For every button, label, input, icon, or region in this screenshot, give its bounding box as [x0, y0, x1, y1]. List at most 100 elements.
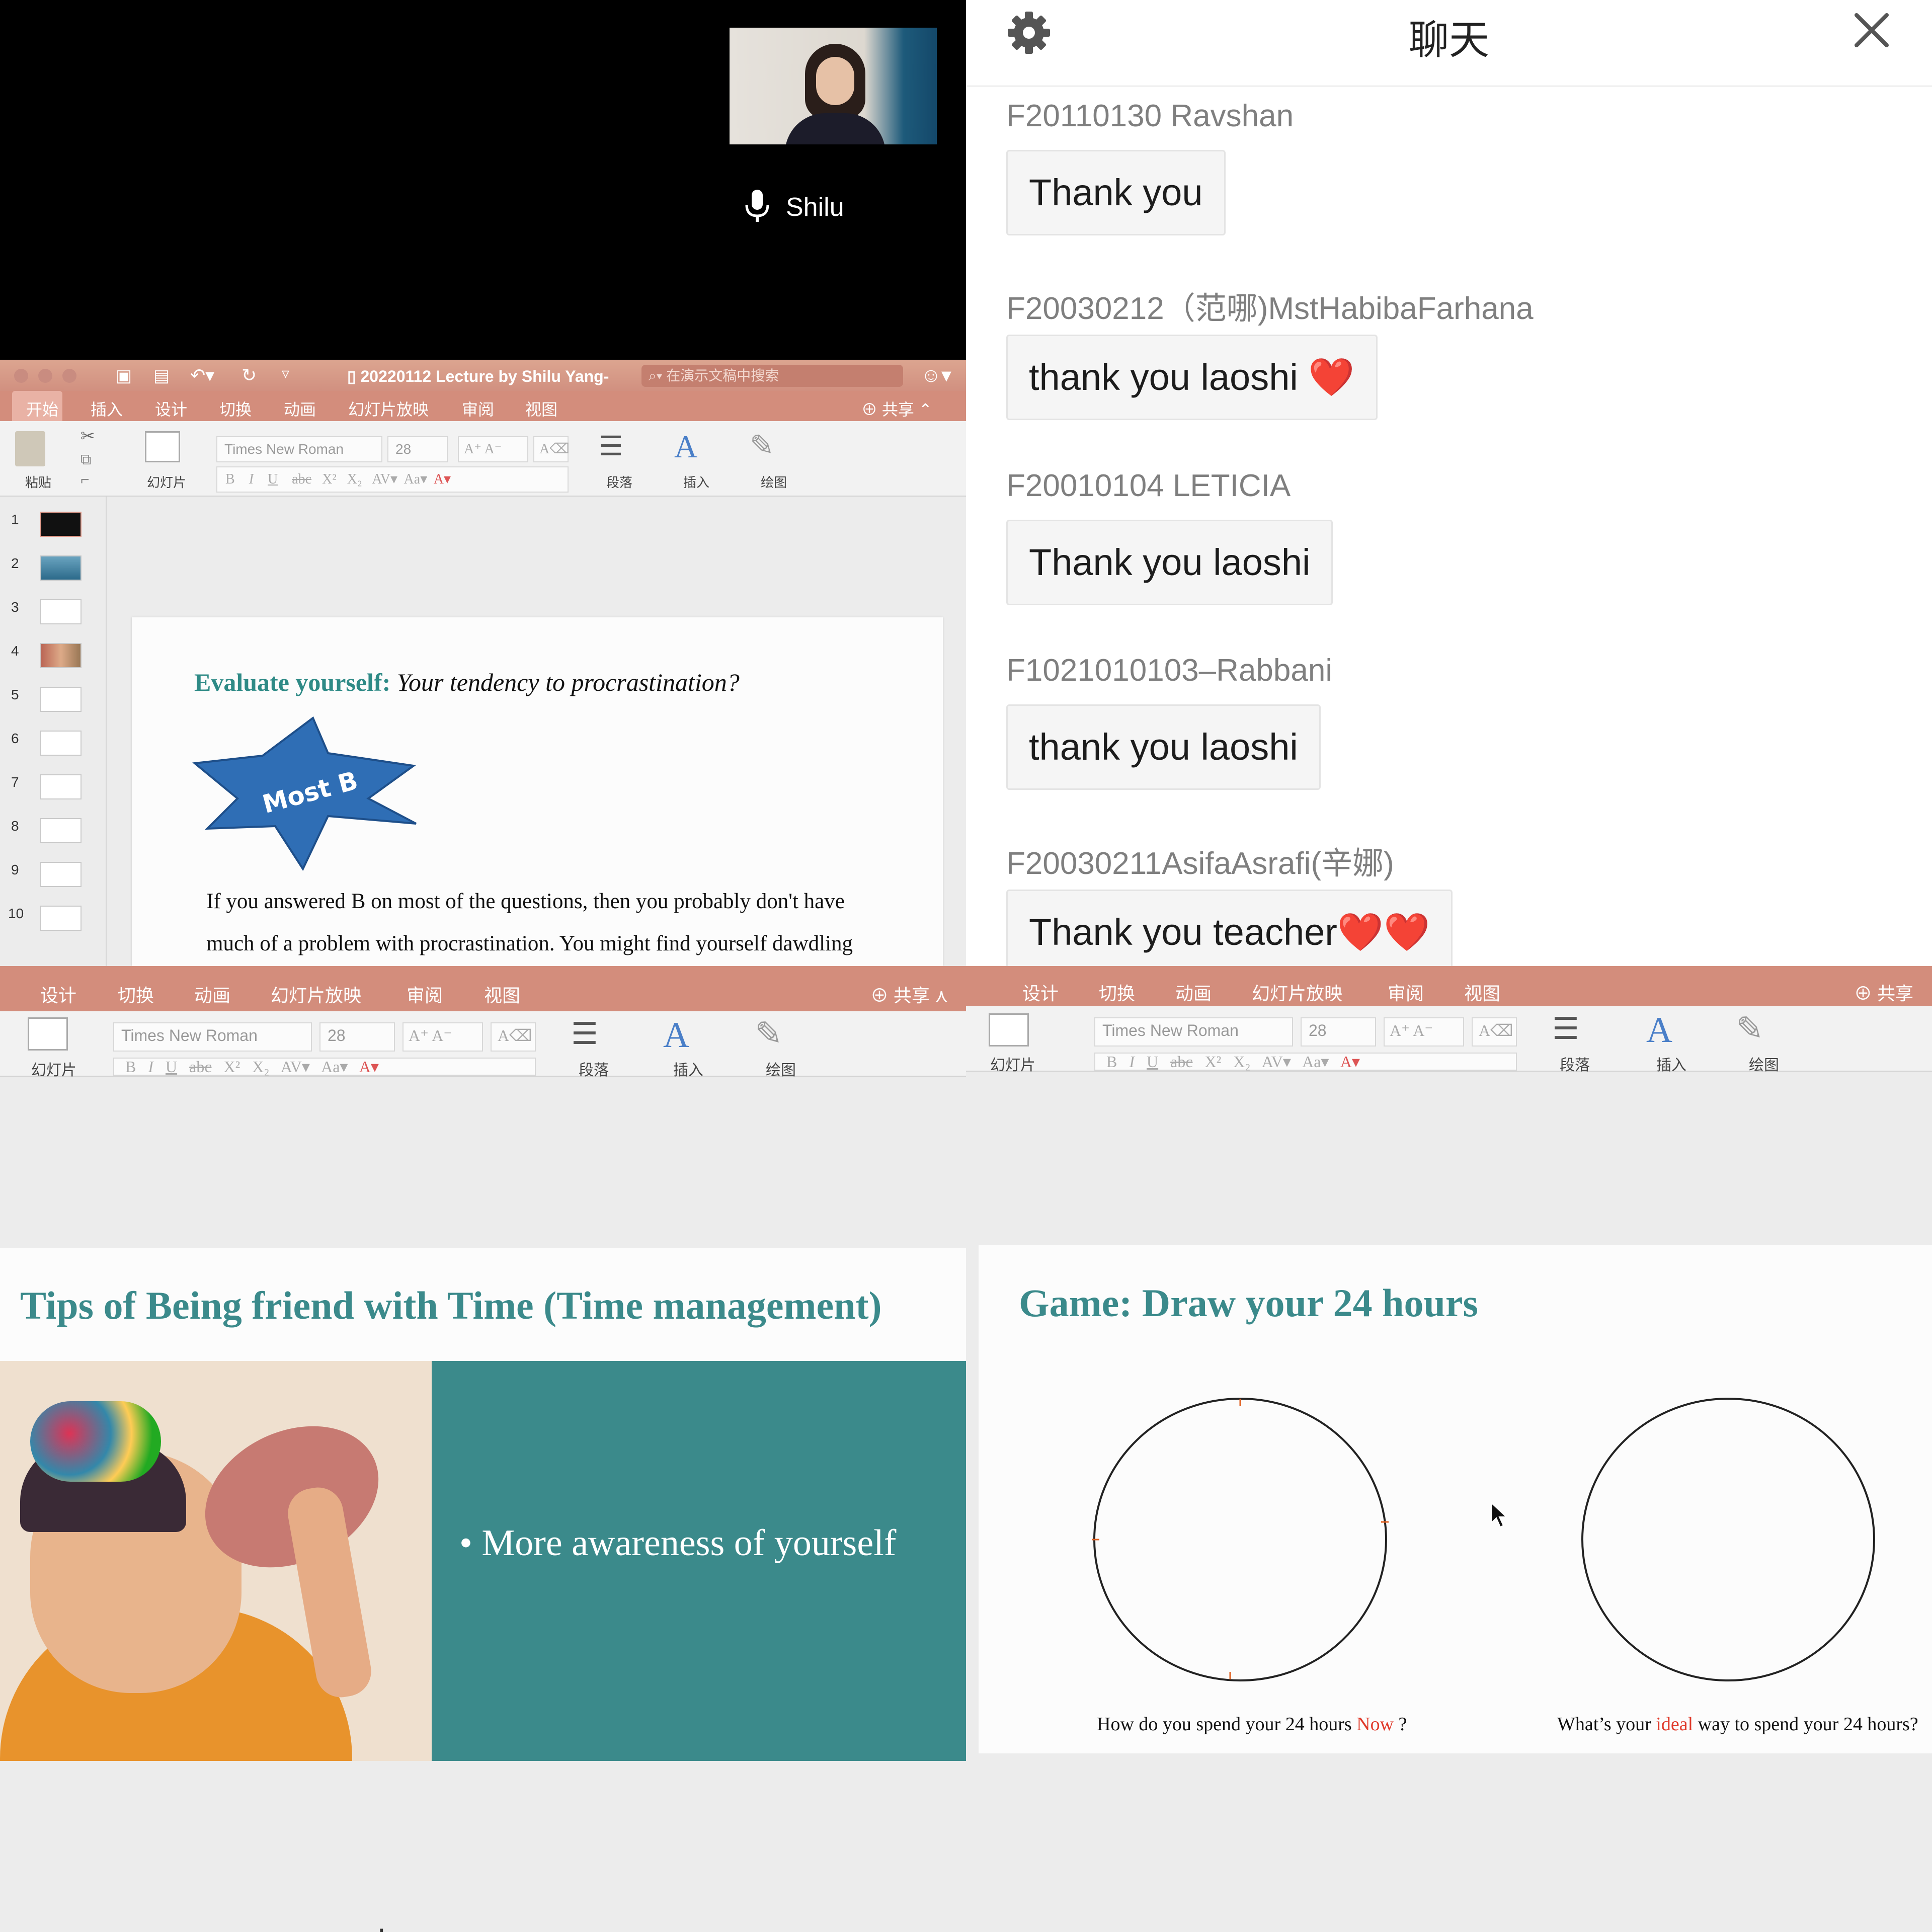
slide-thumbnails: 1 2 3 4 5 6 7 8 9 10: [0, 497, 107, 966]
font-family-select[interactable]: Times New Roman: [113, 1022, 312, 1052]
tab-slideshow[interactable]: 幻灯片放映: [271, 981, 361, 1007]
share-button[interactable]: ⊕ 共享 ⋏: [870, 981, 948, 1007]
paragraph-icon[interactable]: ☰: [1552, 1011, 1579, 1046]
tab-design[interactable]: 设计: [155, 397, 187, 420]
microphone-icon[interactable]: [742, 189, 772, 224]
font-grow-shrink[interactable]: A⁺ A⁻: [403, 1022, 483, 1052]
draw-brush-icon[interactable]: ✎: [750, 428, 774, 462]
save-icon[interactable]: ▤: [153, 366, 170, 386]
powerpoint-window: 设计 切换 动画 幻灯片放映 审阅 视图 ⊕ 共享 ⋏ 幻灯片 Times Ne…: [0, 966, 966, 1932]
tab-transitions[interactable]: 切换: [219, 397, 252, 420]
text-format-group[interactable]: B I U abc X² X₂ AV▾ Aa▾ A▾: [1094, 1053, 1517, 1071]
draw-brush-icon[interactable]: ✎: [755, 1014, 782, 1053]
tab-view[interactable]: 视图: [1464, 979, 1500, 1005]
tab-design[interactable]: 设计: [40, 981, 76, 1007]
tab-animations[interactable]: 动画: [1175, 979, 1212, 1005]
font-size-select[interactable]: 28: [319, 1022, 395, 1052]
subscript-button[interactable]: X₂: [347, 471, 362, 487]
bold-button[interactable]: B: [225, 471, 235, 487]
redo-icon[interactable]: ↻: [242, 365, 257, 386]
tab-review[interactable]: 审阅: [407, 981, 443, 1007]
chat-message: Thank you: [1006, 150, 1226, 235]
slide-thumbnail[interactable]: [40, 818, 82, 843]
slide-canvas[interactable]: Game: Draw your 24 hours How do you spen…: [979, 1245, 1932, 1753]
tab-view[interactable]: 视图: [484, 981, 520, 1007]
tab-review[interactable]: 审阅: [1388, 979, 1424, 1005]
draw-brush-icon[interactable]: ✎: [1736, 1009, 1763, 1048]
new-slide-icon[interactable]: [989, 1013, 1029, 1046]
paste-icon[interactable]: [15, 431, 45, 466]
format-painter-icon[interactable]: ⌐: [80, 471, 90, 489]
tab-home[interactable]: 开始: [26, 397, 58, 420]
char-spacing-icon[interactable]: AV▾: [372, 471, 397, 487]
slide-canvas[interactable]: Tips of Being friend with Time (Time man…: [0, 1248, 966, 1932]
close-icon[interactable]: [1852, 10, 1892, 50]
italic-button[interactable]: I: [249, 471, 254, 487]
slide-thumbnail[interactable]: [40, 599, 82, 624]
insert-label: 插入: [673, 1062, 703, 1079]
slide-thumbnail[interactable]: [40, 555, 82, 581]
slide-thumbnail[interactable]: [40, 862, 82, 887]
search-box[interactable]: ⌕▾ 在演示文稿中搜索: [641, 365, 903, 387]
mouse-pointer-icon: [1491, 1502, 1508, 1528]
clock-circle-ideal[interactable]: [1577, 1396, 1879, 1688]
slide-thumbnail[interactable]: [40, 906, 82, 931]
font-grow-shrink[interactable]: A⁺ A⁻: [458, 436, 528, 462]
change-case-icon[interactable]: Aa▾: [404, 471, 428, 487]
slide-canvas[interactable]: Evaluate yourself: Your tendency to proc…: [132, 617, 943, 966]
tab-transitions[interactable]: 切换: [118, 981, 154, 1007]
tab-slideshow[interactable]: 幻灯片放映: [348, 397, 429, 420]
superscript-button[interactable]: X²: [322, 471, 337, 487]
slide-thumbnail[interactable]: [40, 512, 82, 537]
chat-sender: F20030212（范哪)MstHabibaFarhana: [1006, 291, 1534, 326]
tab-design[interactable]: 设计: [1022, 979, 1059, 1005]
slide-thumbnail[interactable]: [40, 731, 82, 756]
insert-text-icon[interactable]: A: [663, 1014, 689, 1056]
tab-transitions[interactable]: 切换: [1099, 979, 1135, 1005]
window-zoom-dot[interactable]: [62, 369, 76, 383]
slide-heading: Evaluate yourself: Your tendency to proc…: [194, 668, 740, 696]
insert-text-icon[interactable]: A: [1646, 1009, 1672, 1051]
chat-sender: F20010104 LETICIA: [1006, 468, 1291, 503]
new-slide-icon[interactable]: [28, 1017, 68, 1051]
text-format-group[interactable]: B I U abc X² X₂ AV▾ Aa▾ A▾: [113, 1058, 536, 1076]
tab-animations[interactable]: 动画: [284, 397, 316, 420]
underline-button[interactable]: U: [268, 471, 278, 487]
font-size-select[interactable]: 28: [387, 436, 448, 462]
slide-thumbnail[interactable]: [40, 774, 82, 799]
tab-review[interactable]: 审阅: [462, 397, 494, 420]
share-button[interactable]: ⊕ 共享: [1854, 979, 1913, 1005]
slide-thumbnail[interactable]: [40, 643, 82, 668]
undo-icon[interactable]: ↶▾: [190, 365, 214, 386]
smiley-feedback-icon[interactable]: ☺▾: [921, 364, 951, 387]
strikethrough-button[interactable]: abc: [292, 471, 311, 487]
paragraph-icon[interactable]: ☰: [571, 1016, 598, 1052]
window-close-dot[interactable]: [14, 369, 28, 383]
slide-thumbnail[interactable]: [40, 687, 82, 712]
tab-animations[interactable]: 动画: [194, 981, 230, 1007]
font-grow-shrink[interactable]: A⁺ A⁻: [1384, 1017, 1464, 1046]
sidebar-toggle-icon[interactable]: ▣: [116, 366, 132, 386]
share-button[interactable]: ⊕ 共享 ⌃: [861, 397, 932, 420]
font-size-select[interactable]: 28: [1301, 1017, 1376, 1046]
font-color-icon[interactable]: A▾: [434, 471, 451, 487]
slide-label: 幻灯片: [147, 475, 187, 490]
participant-video[interactable]: [730, 28, 937, 144]
thumb-number: 1: [11, 512, 19, 527]
customize-toolbar-icon[interactable]: ▿: [282, 365, 289, 382]
insert-text-icon[interactable]: A: [674, 428, 697, 465]
new-slide-icon[interactable]: [145, 431, 180, 462]
tab-view[interactable]: 视图: [525, 397, 557, 420]
font-family-select[interactable]: Times New Roman: [216, 436, 382, 462]
clear-format-icon[interactable]: A⌫: [491, 1022, 536, 1052]
paragraph-icon[interactable]: ☰: [599, 430, 623, 462]
clear-format-icon[interactable]: A⌫: [1472, 1017, 1517, 1046]
font-family-select[interactable]: Times New Roman: [1094, 1017, 1293, 1046]
cut-icon[interactable]: ✂: [80, 426, 95, 446]
clear-format-icon[interactable]: A⌫: [533, 436, 570, 462]
tab-slideshow[interactable]: 幻灯片放映: [1252, 979, 1342, 1005]
window-minimize-dot[interactable]: [38, 369, 52, 383]
copy-icon[interactable]: ⧉: [80, 451, 91, 468]
clock-circle-now[interactable]: [1089, 1396, 1391, 1688]
tab-insert[interactable]: 插入: [91, 397, 123, 420]
